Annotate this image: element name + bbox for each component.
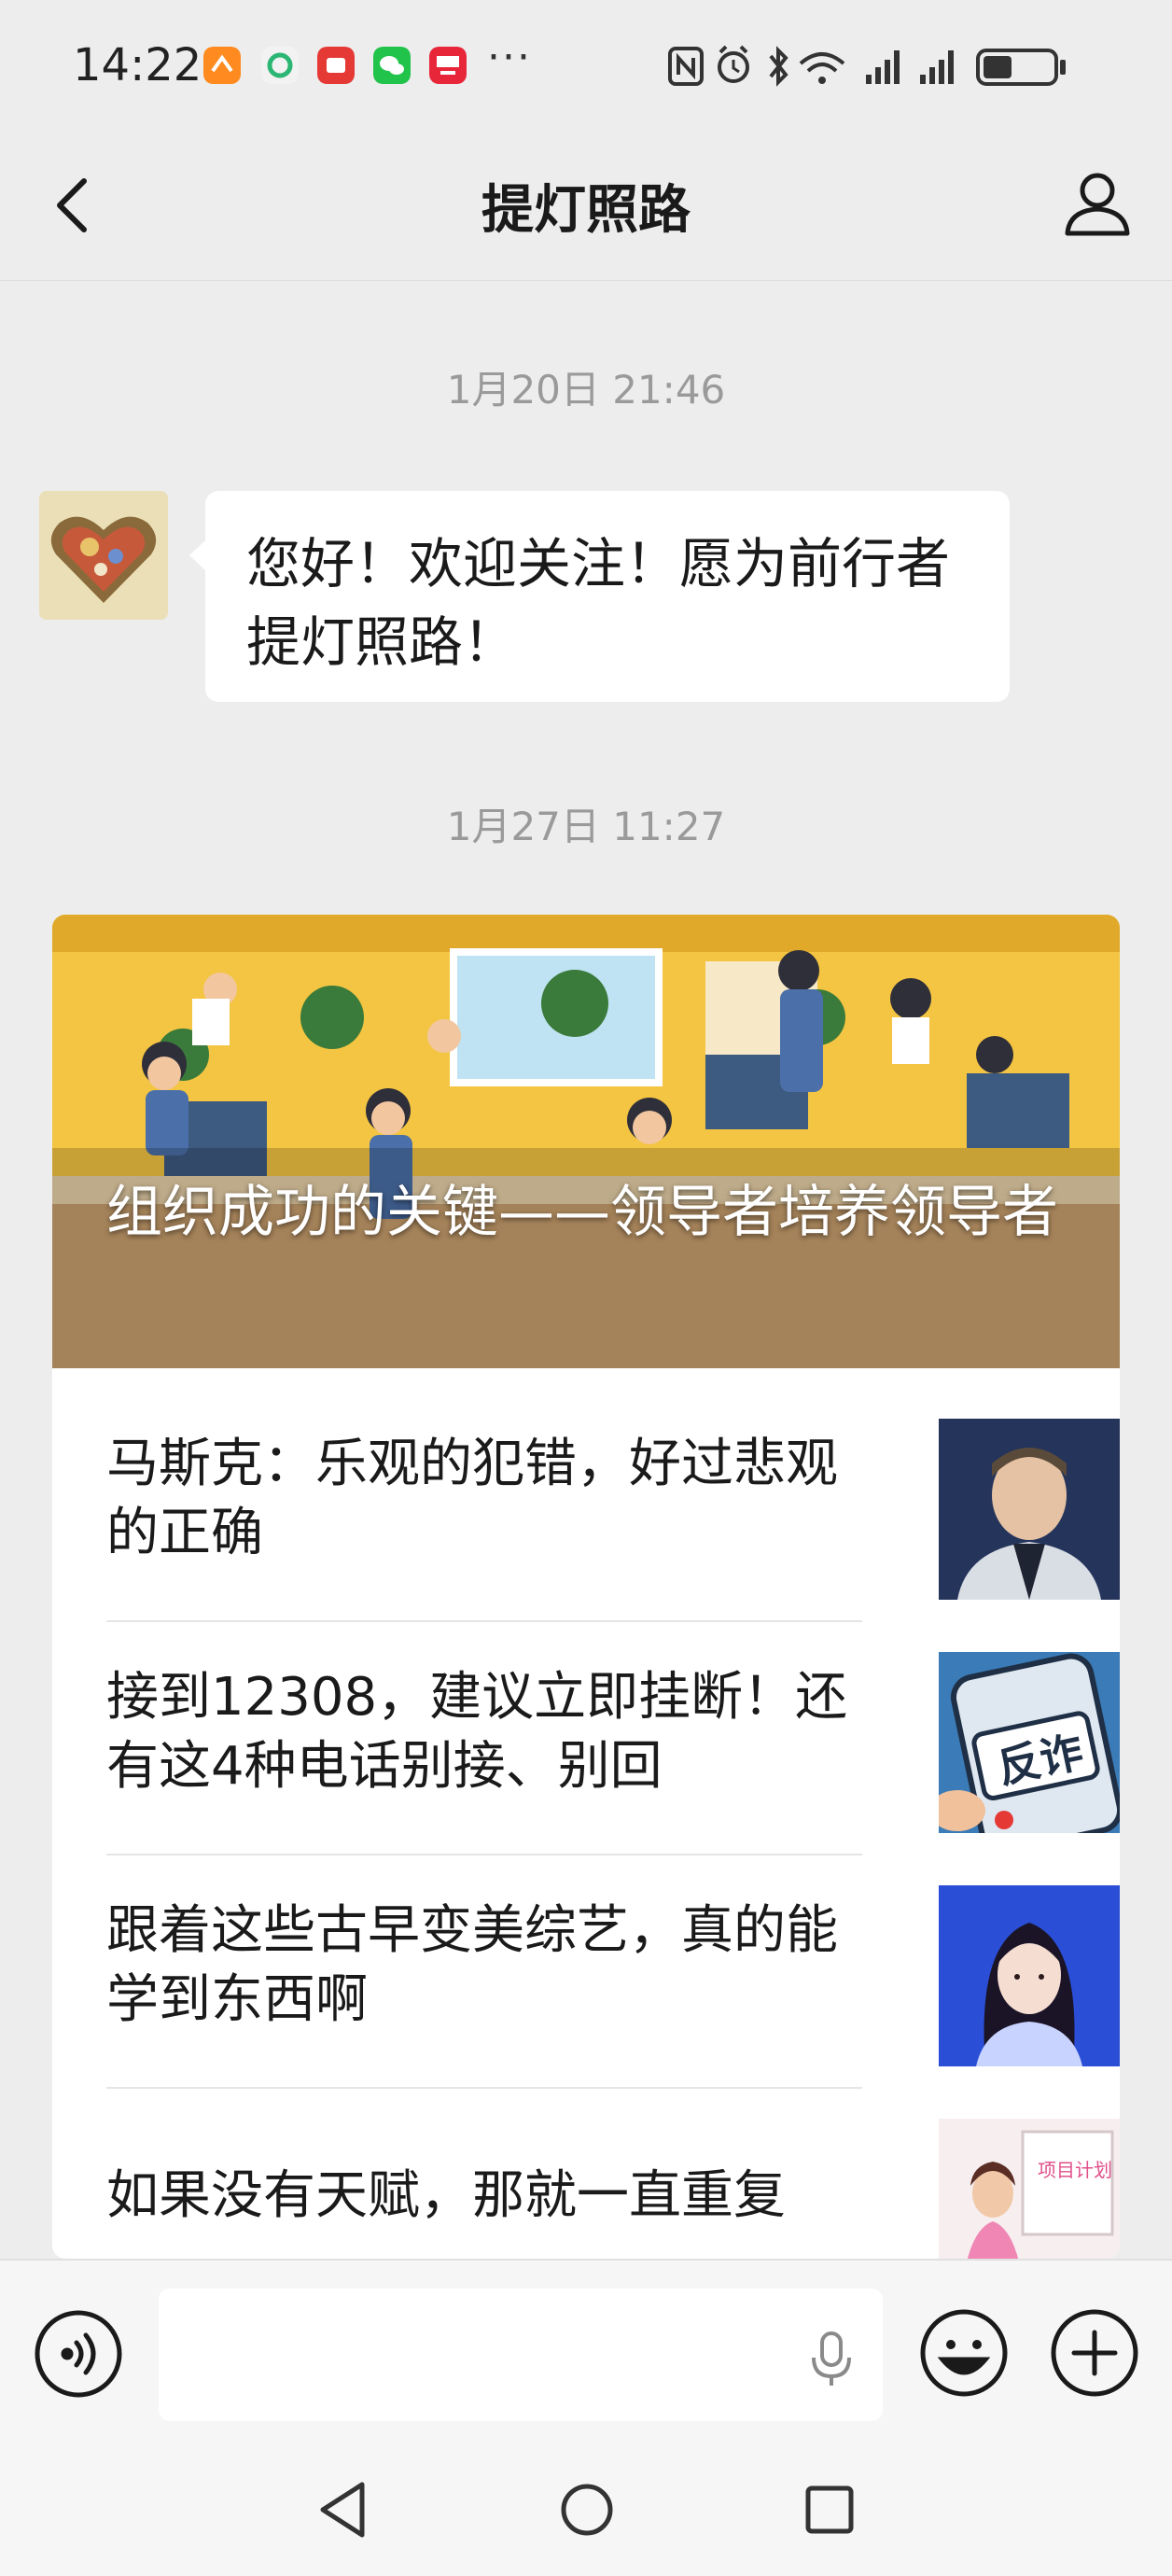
back-triangle-icon[interactable] (315, 2479, 371, 2541)
article-item[interactable]: 接到12308，建议立即挂断！还有这4种电话别接、别回 反诈 (106, 1602, 1120, 1855)
nfc-icon (668, 47, 704, 86)
signal-2-icon (920, 50, 954, 84)
portrait-thumbnail (939, 1419, 1120, 1600)
input-bar (0, 2259, 1172, 2447)
status-time: 14:22 (73, 39, 202, 91)
message-text: 您好！欢迎关注！愿为前行者提灯照路！ (246, 532, 951, 674)
recents-square-icon[interactable] (804, 2485, 855, 2535)
cover-article[interactable]: 组织成功的关键——领导者培养领导者 (52, 915, 1120, 1368)
article-title: 接到12308，建议立即挂断！还有这4种电话别接、别回 (106, 1667, 848, 1797)
voice-toggle-button[interactable] (34, 2309, 123, 2399)
avatar[interactable] (39, 491, 168, 620)
article-title: 跟着这些古早变美综艺，真的能学到东西啊 (106, 1900, 838, 2030)
more-notifications-icon: ··· (487, 34, 532, 81)
wechat-app-icon (373, 47, 411, 84)
bubble-tail (189, 539, 206, 571)
cover-article-title: 组织成功的关键——领导者培养领导者 (106, 1180, 1058, 1245)
battery-icon (976, 49, 1066, 86)
promo-app-icon (429, 47, 467, 84)
signal-1-icon (866, 50, 900, 84)
message-input[interactable] (159, 2289, 883, 2421)
status-bar: 14:22 ··· (0, 0, 1172, 131)
emoji-button[interactable] (918, 2307, 1010, 2399)
person-icon (1065, 173, 1130, 236)
presentation-thumbnail: 项目计划 (939, 2119, 1120, 2259)
message-timestamp: 1月20日 21:46 (446, 367, 726, 413)
bluetooth-icon (769, 46, 788, 87)
article-title: 马斯克：乐观的犯错，好过悲观的正确 (106, 1434, 838, 1563)
notes-app-icon (317, 47, 355, 84)
wifi-icon (799, 52, 845, 84)
plus-icon (1051, 2309, 1138, 2397)
voice-toggle-icon (35, 2310, 122, 2398)
profile-button[interactable] (1060, 164, 1135, 243)
emoji-icon (920, 2309, 1008, 2397)
system-navigation-bar (0, 2445, 1172, 2576)
feishu-app-icon (261, 47, 299, 84)
presentation-thumb-text: 项目计划 (1038, 2159, 1112, 2181)
status-icons (668, 45, 1066, 87)
anti-fraud-thumbnail: 反诈 (939, 1652, 1120, 1833)
office-cover-image (52, 915, 1120, 1368)
more-actions-button[interactable] (1049, 2307, 1140, 2399)
home-circle-icon[interactable] (560, 2483, 614, 2537)
chat-title: 提灯照路 (481, 180, 691, 241)
message-bubble[interactable]: 您好！欢迎关注！愿为前行者提灯照路！ (205, 491, 1010, 702)
chat-header: 提灯照路 (0, 131, 1172, 281)
mic-icon[interactable] (808, 2330, 855, 2389)
article-item[interactable]: 马斯克：乐观的犯错，好过悲观的正确 (106, 1368, 1120, 1622)
article-card: 组织成功的关键——领导者培养领导者 马斯克：乐观的犯错，好过悲观的正确 接到12… (52, 915, 1120, 2259)
article-title: 如果没有天赋，那就一直重复 (106, 2165, 786, 2226)
article-item[interactable]: 跟着这些古早变美综艺，真的能学到东西啊 (106, 1835, 1120, 2089)
message-timestamp: 1月27日 11:27 (446, 804, 726, 849)
girl-illustration-thumbnail (939, 1885, 1120, 2066)
article-item[interactable]: 如果没有天赋，那就一直重复 项目计划 (106, 2068, 1120, 2259)
alarm-icon (718, 45, 749, 83)
taobao-app-icon (203, 47, 241, 84)
heart-box-avatar-image (39, 491, 168, 620)
